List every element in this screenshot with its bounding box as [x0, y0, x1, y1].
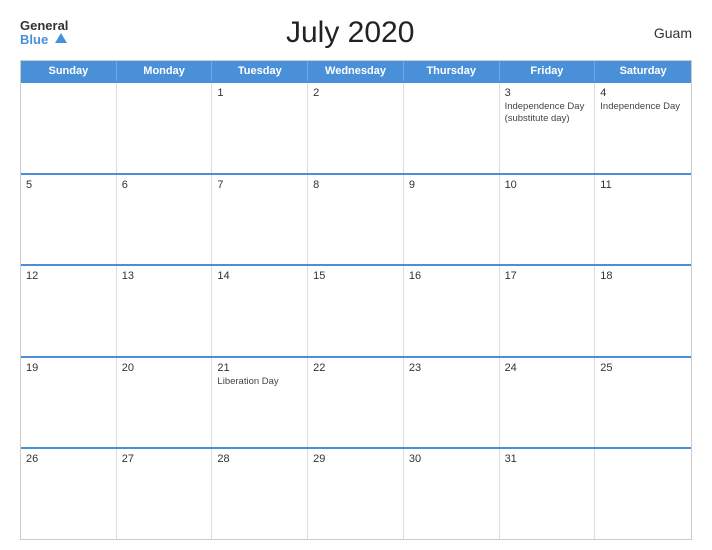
calendar-header-day: Saturday — [595, 61, 691, 81]
calendar-body: 123Independence Day (substitute day)4Ind… — [21, 81, 691, 539]
calendar-cell: 5 — [21, 175, 117, 265]
calendar-cell: 15 — [308, 266, 404, 356]
calendar-cell: 11 — [595, 175, 691, 265]
cell-day-number: 1 — [217, 87, 302, 99]
calendar-header-day: Monday — [117, 61, 213, 81]
cell-day-number: 19 — [26, 362, 111, 374]
calendar-cell: 23 — [404, 358, 500, 448]
cell-day-number: 22 — [313, 362, 398, 374]
calendar-cell: 25 — [595, 358, 691, 448]
cell-event-label: Independence Day — [600, 101, 686, 113]
calendar-cell: 31 — [500, 449, 596, 539]
calendar-cell: 1 — [212, 83, 308, 173]
calendar-cell: 13 — [117, 266, 213, 356]
cell-day-number: 30 — [409, 453, 494, 465]
cell-day-number: 5 — [26, 179, 111, 191]
cell-day-number: 10 — [505, 179, 590, 191]
cell-day-number: 4 — [600, 87, 686, 99]
cell-day-number: 29 — [313, 453, 398, 465]
calendar-cell: 26 — [21, 449, 117, 539]
logo: General Blue — [20, 19, 68, 48]
country-label: Guam — [632, 25, 692, 41]
header: General Blue July 2020 Guam — [20, 16, 692, 50]
cell-day-number: 12 — [26, 270, 111, 282]
cell-day-number: 8 — [313, 179, 398, 191]
page: General Blue July 2020 Guam SundayMonday… — [0, 0, 712, 550]
cell-day-number: 26 — [26, 453, 111, 465]
cell-day-number: 23 — [409, 362, 494, 374]
calendar-header-day: Tuesday — [212, 61, 308, 81]
logo-triangle-icon — [55, 33, 67, 43]
calendar-cell: 12 — [21, 266, 117, 356]
cell-day-number: 9 — [409, 179, 494, 191]
calendar-cell — [595, 449, 691, 539]
cell-day-number: 31 — [505, 453, 590, 465]
calendar-header-day: Sunday — [21, 61, 117, 81]
calendar-cell — [117, 83, 213, 173]
cell-day-number: 20 — [122, 362, 207, 374]
cell-day-number: 28 — [217, 453, 302, 465]
calendar-week-row: 19 20 21 Liberation Day 22 23 24 25 — [21, 356, 691, 448]
calendar-week-row: 12 3 Independence Day (substitute day) 4 Ind… — [21, 81, 691, 173]
cell-day-number: 27 — [122, 453, 207, 465]
cell-day-number: 6 — [122, 179, 207, 191]
calendar-cell: 17 — [500, 266, 596, 356]
calendar-cell: 4 Independence Day — [595, 83, 691, 173]
calendar-cell: 19 — [21, 358, 117, 448]
cell-day-number: 17 — [505, 270, 590, 282]
calendar-title: July 2020 — [68, 16, 632, 50]
cell-day-number: 14 — [217, 270, 302, 282]
cell-day-number: 2 — [313, 87, 398, 99]
calendar-header-day: Wednesday — [308, 61, 404, 81]
calendar-cell: 29 — [308, 449, 404, 539]
cell-day-number: 24 — [505, 362, 590, 374]
calendar-cell: 2 — [308, 83, 404, 173]
calendar-cell: 24 — [500, 358, 596, 448]
cell-day-number: 25 — [600, 362, 686, 374]
calendar-header-day: Friday — [500, 61, 596, 81]
calendar-header: SundayMondayTuesdayWednesdayThursdayFrid… — [21, 61, 691, 81]
calendar-week-row: 56789 10 11 — [21, 173, 691, 265]
calendar-week-row: 26 27 28 29 30 31 — [21, 447, 691, 539]
calendar-cell: 8 — [308, 175, 404, 265]
calendar-cell: 21 Liberation Day — [212, 358, 308, 448]
calendar-cell: 3 Independence Day (substitute day) — [500, 83, 596, 173]
calendar-cell: 10 — [500, 175, 596, 265]
calendar-cell: 6 — [117, 175, 213, 265]
calendar-cell — [21, 83, 117, 173]
calendar-cell: 7 — [212, 175, 308, 265]
cell-event-label: Liberation Day — [217, 376, 302, 388]
logo-general-text: General — [20, 19, 68, 32]
cell-day-number: 16 — [409, 270, 494, 282]
cell-day-number: 7 — [217, 179, 302, 191]
calendar-cell: 30 — [404, 449, 500, 539]
cell-day-number: 13 — [122, 270, 207, 282]
calendar-cell: 22 — [308, 358, 404, 448]
cell-day-number: 15 — [313, 270, 398, 282]
calendar-cell: 28 — [212, 449, 308, 539]
cell-day-number: 18 — [600, 270, 686, 282]
calendar-cell — [404, 83, 500, 173]
calendar-cell: 18 — [595, 266, 691, 356]
calendar-cell: 27 — [117, 449, 213, 539]
calendar-cell: 9 — [404, 175, 500, 265]
logo-blue-text: Blue — [20, 32, 68, 48]
calendar-cell: 14 — [212, 266, 308, 356]
cell-day-number: 21 — [217, 362, 302, 374]
calendar: SundayMondayTuesdayWednesdayThursdayFrid… — [20, 60, 692, 540]
calendar-cell: 16 — [404, 266, 500, 356]
calendar-header-day: Thursday — [404, 61, 500, 81]
cell-event-label: Independence Day (substitute day) — [505, 101, 590, 126]
calendar-week-row: 12 13 14 15 16 17 18 — [21, 264, 691, 356]
cell-day-number: 11 — [600, 179, 686, 191]
cell-day-number: 3 — [505, 87, 590, 99]
calendar-cell: 20 — [117, 358, 213, 448]
